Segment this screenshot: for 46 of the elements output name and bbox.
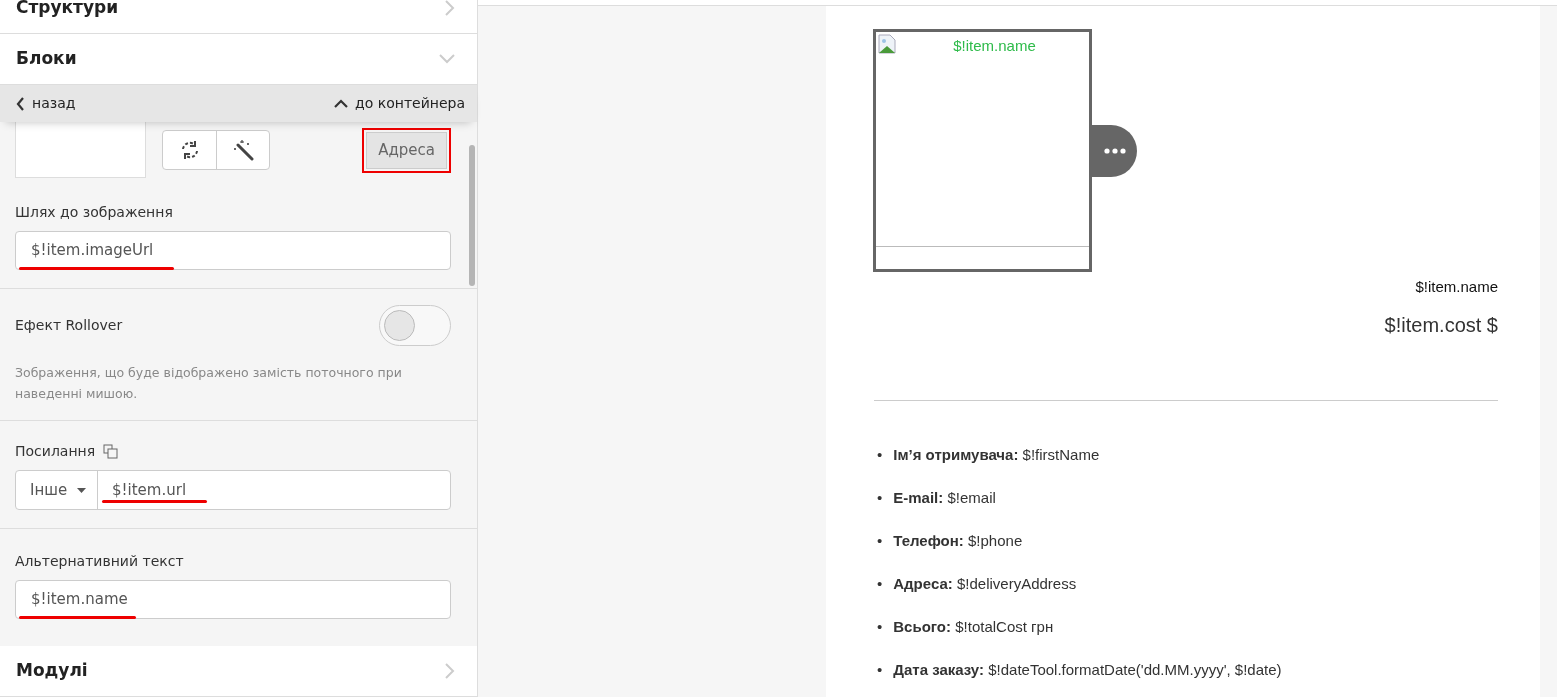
chevron-left-icon bbox=[16, 96, 25, 111]
section-title: Структури bbox=[16, 0, 119, 20]
chevron-right-icon[interactable] bbox=[445, 663, 455, 679]
bullet: • bbox=[877, 530, 883, 550]
broken-image-icon bbox=[878, 34, 896, 54]
toggle-switch[interactable] bbox=[379, 305, 451, 346]
input-field[interactable]: $!item.imageUrl bbox=[15, 231, 451, 270]
chevron-right-icon[interactable] bbox=[445, 0, 455, 16]
scrollbar[interactable] bbox=[469, 145, 475, 286]
field-label: Посилання bbox=[15, 442, 96, 461]
toggle-label: Ефект Rollover bbox=[15, 316, 123, 335]
input-value: $!item.name bbox=[31, 589, 128, 611]
bullet: • bbox=[877, 616, 883, 636]
address-button[interactable]: Адреса bbox=[366, 132, 447, 169]
chevron-up-icon bbox=[334, 99, 348, 108]
input-value: $!item.imageUrl bbox=[31, 240, 154, 262]
more-button[interactable] bbox=[1092, 125, 1137, 177]
section-title: Блоки bbox=[16, 47, 77, 71]
section-header[interactable]: Структури bbox=[0, 0, 477, 34]
copy-icon bbox=[103, 444, 119, 459]
field-label: Альтернативний текст bbox=[15, 552, 185, 571]
detail-line: Телефон: $!phone bbox=[893, 530, 1023, 550]
back-link[interactable]: назад bbox=[16, 93, 76, 114]
up-to-container-link[interactable]: до контейнера bbox=[334, 93, 465, 114]
magic-wand-icon bbox=[232, 139, 254, 161]
detail-line: Ім’я отримувача: $!firstName bbox=[893, 444, 1100, 464]
product-name: $!item.name bbox=[1415, 278, 1498, 295]
bullet: • bbox=[877, 444, 883, 464]
hint-text: Зображення, що буде відображено замість поточного при наведенні мишою. bbox=[15, 364, 403, 403]
product-price: $!item.cost $ bbox=[1384, 313, 1498, 336]
detail-line: E-mail: $!email bbox=[893, 487, 996, 507]
bullet: • bbox=[877, 487, 883, 507]
detail-line: Адреса: $!deliveryAddress bbox=[893, 573, 1077, 593]
bullet: • bbox=[877, 659, 883, 679]
refresh-icon bbox=[179, 140, 200, 160]
bullet: • bbox=[877, 573, 883, 593]
detail-line: Дата заказу: $!dateTool.formatDate('dd.MM.yyyy', $!date) bbox=[893, 659, 1282, 679]
detail-line: Всього: $!totalCost грн bbox=[893, 616, 1054, 636]
chevron-down-icon[interactable] bbox=[439, 54, 455, 64]
image-alt-text: $!item.name bbox=[952, 36, 1037, 56]
section-header[interactable]: Блоки bbox=[0, 34, 477, 85]
field-label: Шлях до зображення bbox=[15, 203, 174, 222]
more-icon bbox=[1103, 148, 1126, 154]
section-header[interactable]: Модулі bbox=[0, 646, 477, 697]
input-field[interactable]: $!item.name bbox=[15, 580, 451, 619]
section-title: Модулі bbox=[16, 659, 88, 683]
